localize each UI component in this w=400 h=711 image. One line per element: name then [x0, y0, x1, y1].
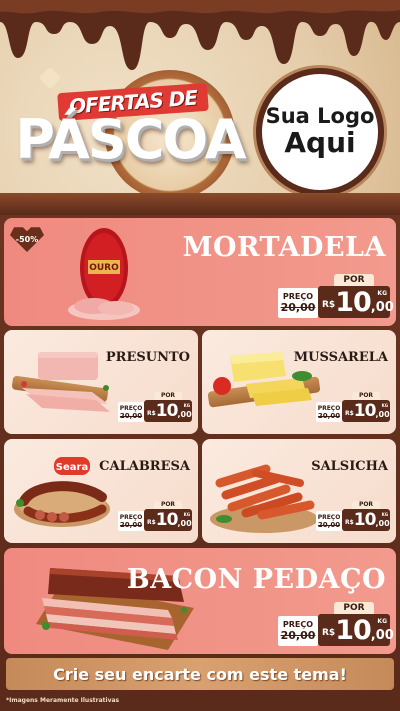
old-price: PREÇO 20,00 [278, 616, 318, 646]
old-price-value: 20,00 [119, 520, 143, 529]
old-price-value: 20,00 [317, 520, 341, 529]
old-price-value: 20,00 [280, 629, 316, 642]
product-card-mussarela[interactable]: MUSSARELA PREÇO 20,00 POR R$ 10 ,00 KG [202, 330, 396, 434]
old-price: PREÇO 20,00 [316, 402, 342, 422]
new-price-label: POR [154, 392, 182, 400]
price-decimal: ,00 [177, 518, 192, 528]
logo-line-1: Sua Logo [265, 104, 375, 129]
old-price-value: 20,00 [119, 411, 143, 420]
unit-label: KG [381, 512, 388, 517]
new-price-label: POR [154, 501, 182, 509]
price-decimal: ,00 [370, 299, 394, 315]
new-price: POR R$ 10 ,00 KG [318, 602, 394, 646]
product-name: CALABRESA [99, 459, 190, 474]
chocolate-band [0, 193, 400, 215]
price-tag: PREÇO 20,00 POR R$ 10 ,00 KG [278, 602, 394, 646]
currency: R$ [322, 300, 336, 310]
product-name: BACON PEDAÇO [126, 564, 386, 595]
salsicha-image [210, 464, 318, 533]
logo-placeholder[interactable]: Sua Logo Aqui [256, 68, 384, 196]
price-decimal: ,00 [177, 409, 192, 419]
brand-label: OURO [89, 263, 119, 273]
price-tag: PREÇO 20,00 POR R$ 10 ,00 KG [118, 501, 192, 531]
unit-label: KG [183, 403, 190, 408]
price-integer: 10 [353, 510, 377, 530]
product-card-salsicha[interactable]: SALSICHA PREÇO 20,00 POR R$ 10 ,00 KG [202, 439, 396, 543]
product-card-mortadela[interactable]: -50% OURO MORTADELA PREÇO 20,00 POR R$ 1… [4, 218, 396, 326]
price-integer: 10 [335, 286, 372, 318]
price-decimal: ,00 [370, 627, 394, 643]
price-integer: 10 [155, 510, 179, 530]
currency: R$ [147, 518, 156, 526]
new-price-label: POR [352, 501, 380, 509]
product-card-calabresa[interactable]: Seara CALABRESA PREÇO 20,00 POR R$ 10 ,0… [4, 439, 198, 543]
currency: R$ [345, 409, 354, 417]
old-price-label: PREÇO [282, 620, 314, 629]
unit-label: KG [183, 512, 190, 517]
new-price: POR R$ 10 ,00 KG [144, 501, 192, 531]
price-tag: PREÇO 20,00 POR R$ 10 ,00 KG [118, 392, 192, 422]
old-price-label: PREÇO [119, 513, 143, 521]
new-price-label: POR [334, 274, 374, 286]
price-integer: 10 [335, 614, 372, 646]
unit-label: KG [377, 618, 387, 625]
price-tag: PREÇO 20,00 POR R$ 10 ,00 KG [316, 392, 390, 422]
page-title: PÁSCOA [15, 108, 246, 171]
product-card-bacon[interactable]: BACON PEDAÇO PREÇO 20,00 POR R$ 10 ,00 K… [4, 548, 396, 654]
svg-text:Seara: Seara [56, 462, 88, 473]
price-decimal: ,00 [375, 518, 390, 528]
mortadela-image: OURO [68, 228, 140, 320]
unit-label: KG [381, 403, 388, 408]
new-price-label: POR [334, 602, 374, 614]
flyer-page: OFERTAS DE PÁSCOA Sua Logo Aqui -50% OUR… [0, 0, 400, 711]
discount-badge: -50% [10, 227, 44, 252]
currency: R$ [322, 628, 336, 638]
seara-logo: Seara [54, 457, 90, 475]
disclaimer: *Imagens Meramente Ilustrativas [6, 697, 120, 704]
currency: R$ [147, 409, 156, 417]
old-price-value: 20,00 [280, 301, 316, 314]
old-price-label: PREÇO [317, 404, 341, 412]
unit-label: KG [377, 290, 387, 297]
old-price: PREÇO 20,00 [118, 402, 144, 422]
old-price: PREÇO 20,00 [118, 511, 144, 531]
product-card-presunto[interactable]: PRESUNTO PREÇO 20,00 POR R$ 10 ,00 KG [4, 330, 198, 434]
product-name: PRESUNTO [105, 350, 190, 365]
product-name: MORTADELA [182, 232, 386, 263]
new-price: POR R$ 10 ,00 KG [144, 392, 192, 422]
old-price-label: PREÇO [317, 513, 341, 521]
price-integer: 10 [155, 401, 179, 421]
new-price: POR R$ 10 ,00 KG [342, 392, 390, 422]
price-tag: PREÇO 20,00 POR R$ 10 ,00 KG [316, 501, 390, 531]
old-price-label: PREÇO [119, 404, 143, 412]
price-decimal: ,00 [375, 409, 390, 419]
product-name: SALSICHA [311, 459, 388, 474]
new-price: POR R$ 10 ,00 KG [342, 501, 390, 531]
create-flyer-button[interactable]: Crie seu encarte com este tema! [6, 658, 394, 690]
old-price-label: PREÇO [282, 292, 314, 301]
currency: R$ [345, 518, 354, 526]
new-price: POR R$ 10 ,00 KG [318, 274, 394, 318]
logo-line-2: Aqui [284, 126, 356, 160]
price-tag: PREÇO 20,00 POR R$ 10 ,00 KG [278, 274, 394, 318]
old-price-value: 20,00 [317, 411, 341, 420]
new-price-label: POR [352, 392, 380, 400]
old-price: PREÇO 20,00 [316, 511, 342, 531]
header-banner: OFERTAS DE PÁSCOA Sua Logo Aqui [0, 0, 400, 215]
old-price: PREÇO 20,00 [278, 288, 318, 318]
product-name: MUSSARELA [293, 350, 388, 365]
price-integer: 10 [353, 401, 377, 421]
